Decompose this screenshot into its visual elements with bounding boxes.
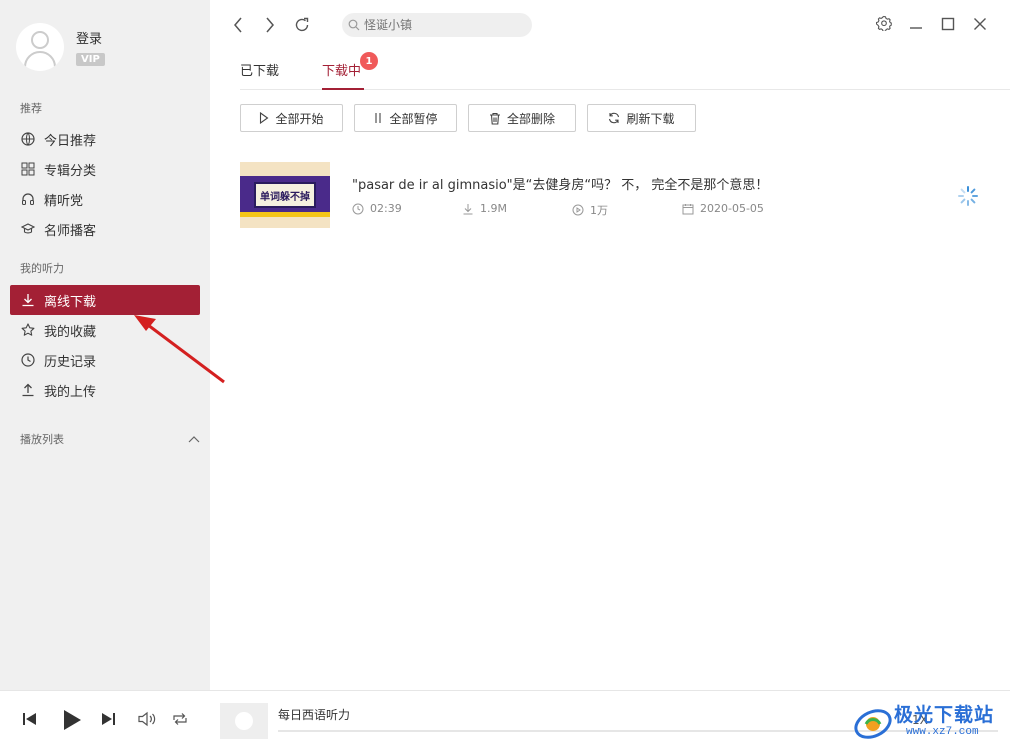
now-playing-cover[interactable] <box>220 703 268 739</box>
settings-button[interactable] <box>868 9 900 41</box>
skip-forward-icon <box>100 711 116 731</box>
download-icon <box>462 203 474 215</box>
grid-icon <box>20 161 36 177</box>
globe-icon <box>20 131 36 147</box>
search-icon <box>348 16 360 35</box>
pause-icon <box>373 112 383 124</box>
back-button[interactable] <box>222 9 254 41</box>
pause-all-button[interactable]: 全部暂停 <box>354 104 457 132</box>
annotation-arrow <box>134 315 225 384</box>
play-circle-icon <box>572 204 584 216</box>
avatar[interactable] <box>16 23 64 71</box>
graduation-cap-icon <box>20 221 36 237</box>
play-icon <box>62 709 82 735</box>
headphones-icon <box>20 191 36 207</box>
section-title-recommend: 推荐 <box>20 102 42 115</box>
sidebar-item-label: 我的收藏 <box>44 324 97 340</box>
action-toolbar: 全部开始 全部暂停 全部删除 刷新下载 <box>240 104 707 132</box>
download-icon <box>20 292 36 308</box>
playlist-label: 播放列表 <box>20 433 64 446</box>
skip-back-icon <box>22 711 38 731</box>
chevron-up-icon[interactable] <box>188 433 200 446</box>
minimize-icon <box>909 16 923 35</box>
top-bar <box>210 0 1010 50</box>
clock-icon <box>352 203 364 215</box>
refresh-button[interactable] <box>286 9 318 41</box>
watermark-logo: 极光下载站 www.xz7.com <box>850 696 1010 750</box>
sidebar-item-label: 名师播客 <box>44 223 97 239</box>
search-box[interactable] <box>342 13 532 37</box>
size-meta: 1.9M <box>462 202 507 215</box>
section-title-my: 我的听力 <box>20 262 64 275</box>
playlist-header[interactable]: 播放列表 <box>20 431 200 447</box>
upload-icon <box>20 382 36 398</box>
download-tabs: 已下载 下载中 1 <box>240 50 1010 90</box>
sidebar-item-intensive[interactable]: 精听党 <box>10 184 200 214</box>
search-input[interactable] <box>364 18 524 32</box>
pause-all-label: 全部暂停 <box>389 111 438 126</box>
volume-button[interactable] <box>138 711 156 731</box>
thumbnail-text: 单词躲不掉 <box>260 191 310 203</box>
active-tab-underline <box>322 88 364 90</box>
plays-value: 1万 <box>590 204 608 217</box>
maximize-icon <box>941 16 955 35</box>
size-value: 1.9M <box>480 202 507 215</box>
minimize-button[interactable] <box>900 9 932 41</box>
loading-spinner-icon <box>958 186 978 206</box>
calendar-icon <box>682 203 694 215</box>
refresh-download-label: 刷新下载 <box>626 111 675 126</box>
tab-downloaded[interactable]: 已下载 <box>240 60 279 79</box>
episode-thumbnail[interactable]: 单词躲不掉 <box>240 162 330 228</box>
start-all-label: 全部开始 <box>275 111 324 126</box>
sidebar-item-today[interactable]: 今日推荐 <box>10 124 200 154</box>
trash-icon <box>489 112 501 125</box>
gear-icon <box>875 15 893 35</box>
sidebar-item-podcast[interactable]: 名师播客 <box>10 214 200 244</box>
refresh-icon <box>608 112 620 124</box>
app-window: 登录 VIP 推荐 今日推荐 专辑分类 精听党 名师播客 我的听力 离线下载 我… <box>0 0 1010 750</box>
sidebar-item-albums[interactable]: 专辑分类 <box>10 154 200 184</box>
download-list-item[interactable]: 单词躲不掉 "pasar de ir al gimnasio"是“去健身房“吗？… <box>240 162 990 228</box>
watermark-name: 极光下载站 <box>894 704 995 726</box>
delete-all-button[interactable]: 全部删除 <box>468 104 576 132</box>
repeat-button[interactable] <box>172 711 188 731</box>
volume-icon <box>138 711 156 731</box>
sidebar-item-label: 历史记录 <box>44 354 97 370</box>
watermark-swirl-icon <box>854 709 892 739</box>
start-all-button[interactable]: 全部开始 <box>240 104 343 132</box>
vip-badge: VIP <box>76 53 105 66</box>
next-track-button[interactable] <box>100 711 116 731</box>
close-button[interactable] <box>964 9 996 41</box>
star-icon <box>20 322 36 338</box>
sidebar-item-label: 精听党 <box>44 193 84 209</box>
login-link[interactable]: 登录 <box>76 28 105 47</box>
now-playing-title: 每日西语听力 <box>278 708 351 722</box>
recommend-nav: 今日推荐 专辑分类 精听党 名师播客 <box>10 124 200 244</box>
play-button[interactable] <box>62 709 82 735</box>
watermark-url: www.xz7.com <box>906 726 979 738</box>
episode-title[interactable]: "pasar de ir al gimnasio"是“去健身房“吗？ 不， 完全… <box>352 174 768 193</box>
previous-track-button[interactable] <box>22 711 38 731</box>
sidebar-item-label: 今日推荐 <box>44 133 97 149</box>
sidebar-item-label: 我的上传 <box>44 384 97 400</box>
duration-meta: 02:39 <box>352 202 402 215</box>
duration-value: 02:39 <box>370 202 402 215</box>
sidebar-item-label: 专辑分类 <box>44 163 97 179</box>
refresh-download-button[interactable]: 刷新下载 <box>587 104 696 132</box>
clock-icon <box>20 352 36 368</box>
close-icon <box>973 16 987 35</box>
tab-downloading[interactable]: 下载中 <box>322 60 361 79</box>
user-panel[interactable]: 登录 VIP <box>16 23 105 71</box>
forward-button[interactable] <box>254 9 286 41</box>
date-value: 2020-05-05 <box>700 202 764 215</box>
delete-all-label: 全部删除 <box>506 111 555 126</box>
window-controls <box>868 9 996 41</box>
sidebar-item-label: 离线下载 <box>44 294 97 310</box>
downloading-count-badge: 1 <box>360 52 378 70</box>
play-outline-icon <box>259 112 269 124</box>
date-meta: 2020-05-05 <box>682 202 764 215</box>
plays-meta: 1万 <box>572 202 608 218</box>
maximize-button[interactable] <box>932 9 964 41</box>
repeat-icon <box>172 711 188 731</box>
